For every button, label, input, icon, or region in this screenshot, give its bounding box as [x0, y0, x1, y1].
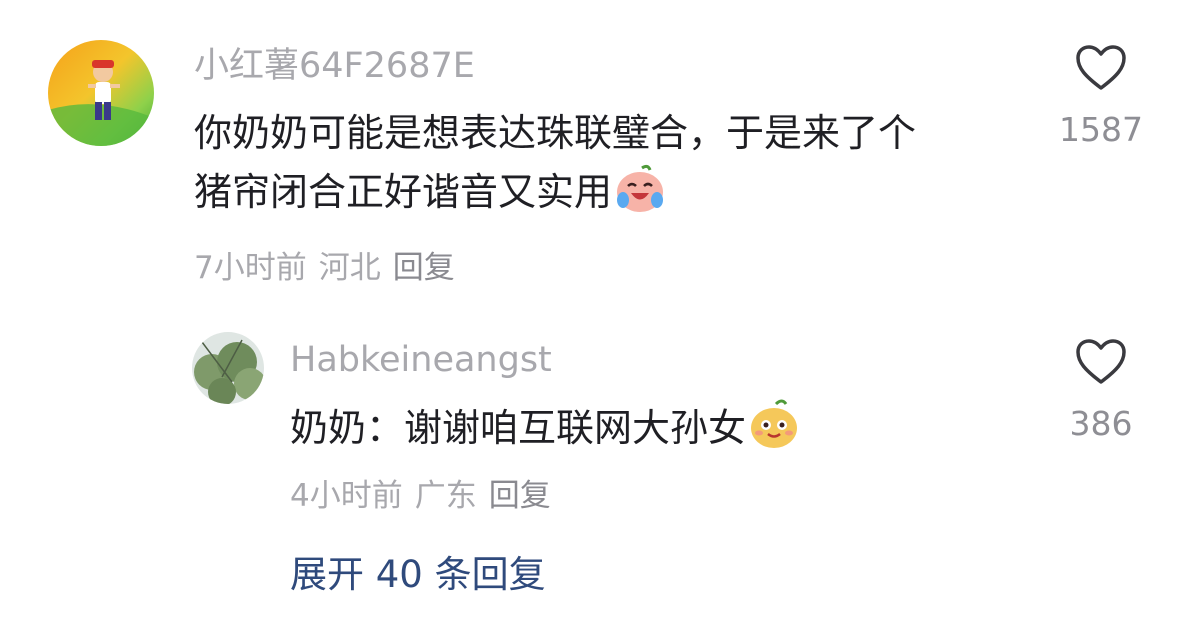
- comment-meta: 7小时前 河北 回复: [194, 248, 467, 288]
- heart-outline-icon: [1076, 45, 1126, 90]
- proud-face-emoji-icon: [748, 398, 800, 466]
- comment-location: 河北: [318, 250, 381, 286]
- like-count: 1587: [1059, 110, 1143, 149]
- comment-username[interactable]: Habkeineangst: [290, 340, 552, 380]
- comment-time: 4小时前: [290, 478, 403, 514]
- expand-replies-link[interactable]: 展开 40 条回复: [290, 553, 546, 597]
- comment-username[interactable]: 小红薯64F2687E: [194, 46, 475, 86]
- comment-location: 广东: [414, 478, 477, 514]
- reply-button[interactable]: 回复: [393, 250, 455, 286]
- comment-meta: 4小时前 广东 回复: [290, 476, 563, 516]
- avatar[interactable]: [48, 40, 154, 146]
- comment-text-line: 猪帘闭合正好谐音又实用: [194, 162, 916, 220]
- like-count: 386: [1069, 404, 1133, 443]
- avatar[interactable]: [192, 332, 264, 404]
- comment-text-line: 你奶奶可能是想表达珠联璧合，于是来了个: [194, 111, 917, 155]
- reply-button[interactable]: 回复: [489, 478, 551, 514]
- comment-thread: 小红薯64F2687E 你奶奶可能是想表达珠联璧合，于是来了个 猪帘闭合正好谐音…: [0, 0, 1179, 624]
- heart-outline-icon: [1076, 339, 1126, 384]
- laugh-cry-emoji-icon: [614, 162, 666, 230]
- comment-text: 奶奶：谢谢咱互联网大孙女: [290, 398, 800, 456]
- comment-text-line: 奶奶：谢谢咱互联网大孙女: [290, 398, 800, 456]
- like-button[interactable]: 386: [1051, 338, 1151, 444]
- like-button[interactable]: 1587: [1051, 44, 1151, 150]
- comment-time: 7小时前: [194, 250, 307, 286]
- comment-text: 你奶奶可能是想表达珠联璧合，于是来了个 猪帘闭合正好谐音又实用: [194, 104, 916, 220]
